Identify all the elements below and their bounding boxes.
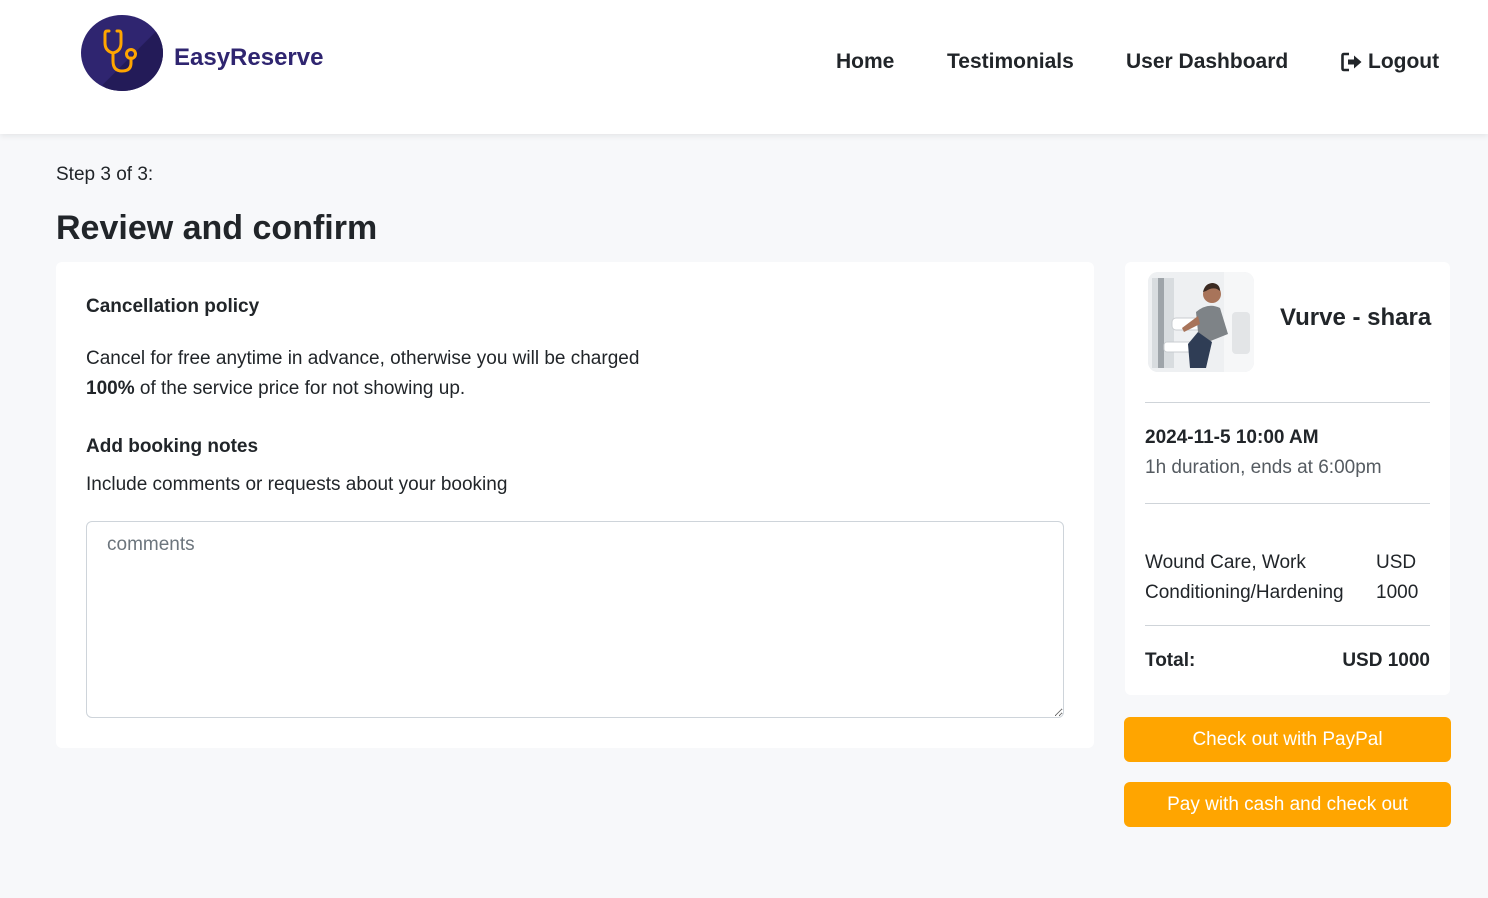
booking-notes-heading: Add booking notes xyxy=(86,436,259,457)
step-indicator: Step 3 of 3: xyxy=(56,164,154,185)
logo[interactable] xyxy=(81,15,163,91)
cancellation-policy-text: Cancel for free anytime in advance, othe… xyxy=(86,344,706,404)
sign-out-icon xyxy=(1341,52,1362,72)
nav-user-dashboard[interactable]: User Dashboard xyxy=(1126,50,1288,74)
nav-home[interactable]: Home xyxy=(836,50,894,74)
appointment-datetime: 2024-11-5 10:00 AM xyxy=(1145,427,1319,448)
nav-testimonials[interactable]: Testimonials xyxy=(947,50,1074,74)
summary-divider xyxy=(1145,625,1430,626)
service-name: Wound Care, Work Conditioning/Hardening xyxy=(1145,552,1344,603)
page-title: Review and confirm xyxy=(56,209,378,247)
cancellation-policy-heading: Cancellation policy xyxy=(86,296,260,317)
comments-textarea[interactable] xyxy=(86,521,1064,718)
cash-checkout-button[interactable]: Pay with cash and check out xyxy=(1124,782,1451,827)
total-label: Total: xyxy=(1145,650,1196,671)
nav-logout[interactable]: Logout xyxy=(1341,50,1439,74)
service-price: USD 1000 xyxy=(1376,552,1419,603)
policy-percent: 100% xyxy=(86,378,135,399)
summary-divider xyxy=(1145,402,1430,403)
appointment-duration: 1h duration, ends at 6:00pm xyxy=(1145,457,1382,478)
policy-text-line1: Cancel for free anytime in advance, othe… xyxy=(86,348,640,369)
brand-name[interactable]: EasyReserve xyxy=(174,44,323,72)
stethoscope-icon xyxy=(103,29,137,73)
summary-divider xyxy=(1145,503,1430,504)
booking-summary-card: Vurve - shara 2024-11-5 10:00 AM 1h dura… xyxy=(1125,262,1450,695)
provider-name: Vurve - shara xyxy=(1280,304,1432,331)
paypal-checkout-button[interactable]: Check out with PayPal xyxy=(1124,717,1451,762)
provider-image xyxy=(1148,272,1254,372)
nav-logout-label: Logout xyxy=(1368,50,1440,73)
booking-notes-description: Include comments or requests about your … xyxy=(86,474,508,495)
total-value: USD 1000 xyxy=(1342,650,1430,671)
booking-details-card: Cancellation policy Cancel for free anyt… xyxy=(56,262,1094,748)
policy-text-line2: of the service price for not showing up. xyxy=(134,378,466,399)
provider-photo xyxy=(1148,272,1254,372)
top-navbar: EasyReserve Home Testimonials User Dashb… xyxy=(0,0,1488,134)
